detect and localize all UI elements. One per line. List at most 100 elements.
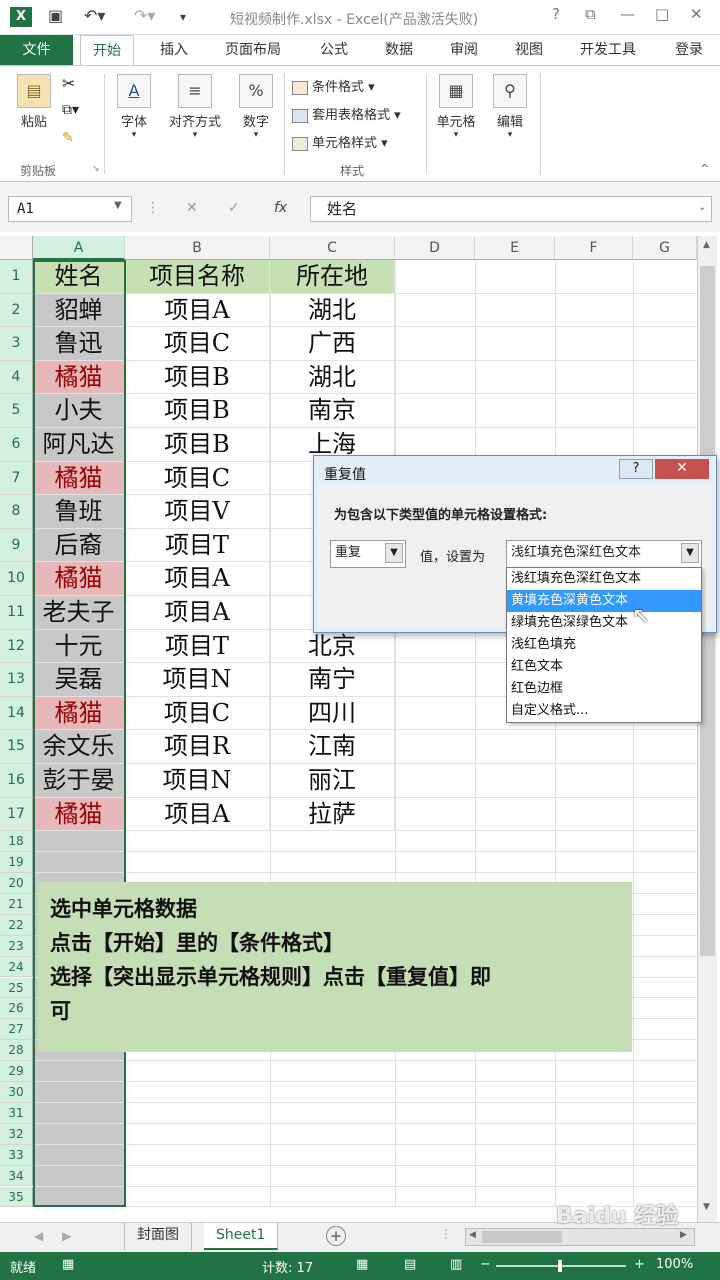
project-cell[interactable]: 项目A bbox=[125, 596, 270, 630]
font-button[interactable]: A 字体 ▾ bbox=[112, 74, 156, 140]
page-layout-view-icon[interactable]: ▤ bbox=[404, 1257, 416, 1272]
dialog-launcher-icon[interactable]: ↘ bbox=[92, 164, 100, 174]
project-cell[interactable]: 项目C bbox=[125, 696, 270, 731]
cell-styles-button[interactable]: 单元格样式 ▾ bbox=[292, 132, 388, 151]
row-header-15[interactable]: 15 bbox=[0, 730, 33, 764]
project-cell[interactable]: 项目R bbox=[125, 730, 270, 764]
sheet-tab-cover[interactable]: 封面图 bbox=[124, 1223, 192, 1250]
column-header-d[interactable]: D bbox=[395, 236, 475, 260]
select-all-corner[interactable] bbox=[0, 236, 33, 260]
location-cell[interactable]: 南京 bbox=[270, 394, 395, 428]
customize-qa-icon[interactable]: ▾ bbox=[180, 10, 186, 24]
tab-developer[interactable]: 开发工具 bbox=[580, 35, 636, 65]
row-header-32[interactable]: 32 bbox=[0, 1123, 33, 1145]
location-cell[interactable]: 湖北 bbox=[270, 360, 395, 395]
minimize-button[interactable]: — bbox=[620, 5, 635, 23]
row-header-16[interactable]: 16 bbox=[0, 764, 33, 798]
tab-view[interactable]: 视图 bbox=[515, 35, 543, 65]
project-cell[interactable]: 项目T bbox=[125, 629, 270, 664]
dialog-help-button[interactable]: ? bbox=[619, 459, 653, 479]
dialog-close-button[interactable]: ✕ bbox=[655, 459, 709, 479]
macro-record-icon[interactable]: ▦ bbox=[62, 1257, 74, 1272]
row-header-9[interactable]: 9 bbox=[0, 528, 33, 563]
row-header-3[interactable]: 3 bbox=[0, 327, 33, 361]
chevron-down-icon[interactable]: ▼ bbox=[681, 543, 699, 563]
page-break-view-icon[interactable]: ▥ bbox=[450, 1257, 462, 1272]
tab-page-layout[interactable]: 页面布局 bbox=[225, 35, 281, 65]
project-cell[interactable]: 项目N bbox=[125, 663, 270, 697]
location-cell[interactable]: 江南 bbox=[270, 730, 395, 764]
location-cell[interactable]: 湖北 bbox=[270, 293, 395, 328]
vertical-scrollbar[interactable]: ▲ ▼ bbox=[697, 236, 717, 1222]
row-header-33[interactable]: 33 bbox=[0, 1144, 33, 1166]
row-header-29[interactable]: 29 bbox=[0, 1061, 33, 1082]
row-header-35[interactable]: 35 bbox=[0, 1186, 33, 1208]
format-option[interactable]: 绿填充色深绿色文本 bbox=[507, 612, 701, 634]
undo-icon[interactable]: ↶▾ bbox=[84, 6, 105, 25]
scroll-up-icon[interactable]: ▲ bbox=[703, 240, 710, 250]
row-header-24[interactable]: 24 bbox=[0, 956, 33, 978]
cells-button[interactable]: ▦ 单元格 ▾ bbox=[432, 74, 480, 140]
prev-sheet-icon[interactable]: ◀ bbox=[34, 1229, 43, 1243]
row-header-17[interactable]: 17 bbox=[0, 797, 33, 832]
column-header-a[interactable]: A bbox=[33, 236, 125, 260]
zoom-level[interactable]: 100% bbox=[656, 1257, 693, 1272]
project-cell[interactable]: 项目B bbox=[125, 360, 270, 395]
maximize-button[interactable]: □ bbox=[655, 5, 669, 23]
location-cell[interactable]: 广西 bbox=[270, 327, 395, 361]
collapse-ribbon-icon[interactable]: ^ bbox=[700, 162, 709, 175]
tab-review[interactable]: 审阅 bbox=[450, 35, 478, 65]
format-select[interactable]: 浅红填充色深红色文本 ▼ bbox=[506, 540, 702, 568]
format-painter-icon[interactable]: ✎ bbox=[62, 130, 74, 146]
row-header-11[interactable]: 11 bbox=[0, 596, 33, 630]
project-cell[interactable]: 项目B bbox=[125, 394, 270, 428]
tab-formulas[interactable]: 公式 bbox=[320, 35, 348, 65]
row-header-23[interactable]: 23 bbox=[0, 935, 33, 957]
column-header-f[interactable]: F bbox=[555, 236, 633, 260]
column-header-b[interactable]: B bbox=[125, 236, 270, 260]
tab-insert[interactable]: 插入 bbox=[160, 35, 188, 65]
row-header-21[interactable]: 21 bbox=[0, 893, 33, 915]
project-cell[interactable]: 项目T bbox=[125, 528, 270, 563]
row-header-10[interactable]: 10 bbox=[0, 562, 33, 596]
format-option[interactable]: 自定义格式... bbox=[507, 700, 701, 722]
row-header-18[interactable]: 18 bbox=[0, 831, 33, 853]
row-header-14[interactable]: 14 bbox=[0, 696, 33, 731]
row-header-28[interactable]: 28 bbox=[0, 1040, 33, 1062]
project-cell[interactable]: 项目C bbox=[125, 327, 270, 361]
horizontal-scrollbar[interactable]: ◀ ▶ bbox=[465, 1228, 695, 1246]
cut-icon[interactable]: ✂ bbox=[62, 74, 75, 93]
location-cell[interactable]: 北京 bbox=[270, 629, 395, 664]
alignment-button[interactable]: ≡ 对齐方式 ▾ bbox=[160, 74, 230, 140]
sign-in-link[interactable]: 登录 bbox=[675, 35, 703, 65]
value-type-select[interactable]: 重复 ▼ bbox=[330, 540, 406, 568]
row-header-13[interactable]: 13 bbox=[0, 663, 33, 697]
sheet-tab-sheet1[interactable]: Sheet1 bbox=[204, 1223, 279, 1250]
header-cell[interactable]: 项目名称 bbox=[125, 260, 270, 294]
hscroll-thumb[interactable] bbox=[482, 1231, 562, 1243]
ribbon-display-button[interactable]: ⧉ bbox=[585, 5, 596, 23]
location-cell[interactable]: 拉萨 bbox=[270, 797, 395, 832]
row-header-20[interactable]: 20 bbox=[0, 873, 33, 894]
insert-function-icon[interactable]: fx bbox=[274, 200, 287, 216]
copy-icon[interactable]: ⧉▾ bbox=[62, 102, 79, 118]
format-option[interactable]: 浅红填充色深红色文本 bbox=[507, 568, 701, 590]
save-icon[interactable]: ▣ bbox=[48, 6, 63, 25]
format-option[interactable]: 红色边框 bbox=[507, 678, 701, 700]
help-button[interactable]: ? bbox=[552, 5, 560, 23]
project-cell[interactable]: 项目C bbox=[125, 461, 270, 496]
tab-file[interactable]: 文件 bbox=[0, 35, 73, 65]
project-cell[interactable]: 项目V bbox=[125, 495, 270, 529]
chevron-down-icon[interactable]: ▼ bbox=[114, 200, 122, 211]
editing-button[interactable]: ⚲ 编辑 ▾ bbox=[490, 74, 530, 140]
location-cell[interactable]: 丽江 bbox=[270, 764, 395, 798]
redo-icon[interactable]: ↷▾ bbox=[134, 6, 155, 25]
row-header-27[interactable]: 27 bbox=[0, 1019, 33, 1041]
enter-icon[interactable]: ✓ bbox=[228, 200, 240, 216]
row-header-2[interactable]: 2 bbox=[0, 293, 33, 328]
row-header-30[interactable]: 30 bbox=[0, 1082, 33, 1103]
row-header-1[interactable]: 1 bbox=[0, 260, 33, 294]
format-option[interactable]: 浅红色填充 bbox=[507, 634, 701, 656]
row-header-19[interactable]: 19 bbox=[0, 852, 33, 873]
location-cell[interactable]: 南宁 bbox=[270, 663, 395, 697]
